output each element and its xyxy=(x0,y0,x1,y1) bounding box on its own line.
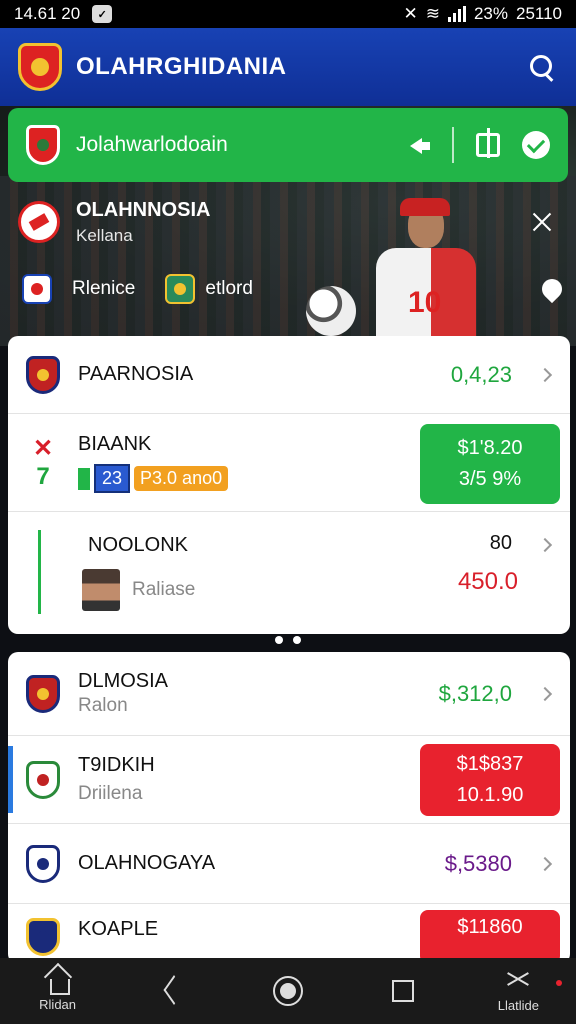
nav-home-label: Rlidan xyxy=(39,996,77,1012)
list-item[interactable]: ✕ 7 BIAANK 23 P3.0 ano0 $1'8.20 3/5 9% xyxy=(8,414,570,512)
avatar xyxy=(82,568,120,611)
status-time-right: 25110 xyxy=(515,4,562,23)
nav-back[interactable] xyxy=(128,979,218,1003)
away-team-icon xyxy=(165,274,196,304)
home-team-name[interactable]: Rlenice xyxy=(72,278,135,300)
share-icon[interactable] xyxy=(408,134,430,156)
square-icon xyxy=(392,980,415,1002)
chevron-right-icon[interactable] xyxy=(537,686,553,701)
nav-tools[interactable]: Llatlide xyxy=(473,970,563,1013)
home-icon xyxy=(45,971,71,995)
item-name: KOAPLE xyxy=(78,918,159,940)
rank-arrow-icon: ✕ 7 xyxy=(32,435,54,490)
status-line xyxy=(38,530,41,614)
banner-label: Jolahwarlodoain xyxy=(76,133,228,156)
home-team-icon xyxy=(22,274,52,304)
notification-icon: ✓ xyxy=(92,5,113,23)
list-item[interactable]: T9IDKIH Driilena $1$837 10.1.90 xyxy=(8,736,570,824)
list-item[interactable]: OLAHNOGAYA $,5380 xyxy=(8,824,570,904)
item-subtitle: Raliase xyxy=(132,578,196,600)
chevron-right-icon[interactable] xyxy=(537,367,553,382)
price-top: $1$837 xyxy=(456,753,524,775)
search-icon[interactable] xyxy=(524,50,558,84)
page-indicator xyxy=(0,636,576,644)
item-name: OLAHNOGAYA xyxy=(78,852,216,874)
item-subtitle: Driilena xyxy=(78,783,143,804)
back-icon xyxy=(161,979,185,1003)
status-bar: 14.61 20 ✓ ✕ ≋ 23% 25110 xyxy=(0,0,576,28)
circle-icon xyxy=(272,976,303,1006)
team-crest-icon xyxy=(26,355,60,394)
team-crest-icon xyxy=(26,844,60,883)
item-name: PAARNOSIA xyxy=(78,363,194,385)
price-bottom: 10.1.90 xyxy=(456,784,524,806)
price-button[interactable]: $11860 xyxy=(420,910,560,964)
battery-level: 23% xyxy=(473,4,508,23)
promo-banner[interactable]: Jolahwarlodoain xyxy=(8,108,568,182)
club-crest-icon xyxy=(26,125,60,165)
location-pin-icon[interactable] xyxy=(537,274,567,304)
list-item[interactable]: NOOLONK Raliase 80 450.0 xyxy=(8,512,570,632)
item-value: $,5380 xyxy=(444,850,512,876)
match-subtitle: Kellana xyxy=(76,225,133,245)
team-crest-icon xyxy=(26,674,60,713)
team-crest-icon xyxy=(26,760,60,799)
bag-icon[interactable] xyxy=(476,128,500,158)
item-name: T9IDKIH xyxy=(78,754,155,776)
signal-icon xyxy=(447,6,466,22)
item-subtitle: Ralon xyxy=(78,695,128,716)
chevron-right-icon[interactable] xyxy=(537,537,553,553)
bottom-nav: Rlidan Llatlide xyxy=(0,958,576,1024)
wifi-icon: ≋ xyxy=(425,4,440,23)
chevron-right-icon[interactable] xyxy=(537,856,553,871)
odds-card-1: PAARNOSIA 0,4,23 ✕ 7 BIAANK 23 P3.0 ano0 $… xyxy=(8,336,570,634)
price-top: $1'8.20 xyxy=(457,437,523,459)
away-team-name[interactable]: etlord xyxy=(205,278,253,300)
teams-row: Rlenice etlord xyxy=(22,272,567,306)
item-value: $,312,0 xyxy=(438,680,512,706)
match-title: OLAHNNOSIA xyxy=(76,198,211,221)
list-item[interactable]: DLMOSIA Ralon $,312,0 xyxy=(8,652,570,736)
team-logo-icon xyxy=(18,201,60,243)
price-button[interactable]: $1$837 10.1.90 xyxy=(420,744,560,816)
price-top: $11860 xyxy=(457,916,523,938)
team-crest-icon xyxy=(26,918,60,956)
mute-icon: ✕ xyxy=(403,4,418,23)
item-name: BIAANK xyxy=(78,432,152,455)
odds-tag[interactable]: 23 xyxy=(94,463,131,493)
nav-home[interactable]: Rlidan xyxy=(13,971,103,1012)
price-button[interactable]: $1'8.20 3/5 9% xyxy=(420,424,560,504)
nav-recents[interactable] xyxy=(358,980,448,1002)
app-bar: OLAHRGHIDANIA xyxy=(0,28,576,106)
status-time-left: 14.61 20 xyxy=(14,4,81,23)
match-header[interactable]: OLAHNNOSIA Kellana xyxy=(18,192,558,252)
notification-dot xyxy=(556,980,562,986)
check-icon[interactable] xyxy=(522,131,550,159)
tools-icon xyxy=(505,970,531,994)
odds-card-2: DLMOSIA Ralon $,312,0 T9IDKIH Driilena $… xyxy=(8,652,570,964)
selection-accent xyxy=(8,746,13,813)
price-bottom: 3/5 9% xyxy=(458,468,522,490)
item-name: DLMOSIA xyxy=(78,670,169,692)
item-count: 80 xyxy=(489,532,512,554)
app-logo xyxy=(18,43,62,91)
nav-home-button[interactable] xyxy=(243,976,333,1006)
list-item[interactable]: PAARNOSIA 0,4,23 xyxy=(8,336,570,414)
app-title: OLAHRGHIDANIA xyxy=(76,53,287,80)
item-name: NOOLONK xyxy=(88,533,189,556)
nav-tools-label: Llatlide xyxy=(497,997,539,1013)
divider xyxy=(452,127,454,163)
item-value: 450.0 xyxy=(457,568,518,595)
close-icon[interactable] xyxy=(530,210,554,234)
odds-tag[interactable]: P3.0 ano0 xyxy=(134,465,229,491)
item-value: 0,4,23 xyxy=(450,361,512,387)
list-item[interactable]: KOAPLE $11860 xyxy=(8,904,570,964)
